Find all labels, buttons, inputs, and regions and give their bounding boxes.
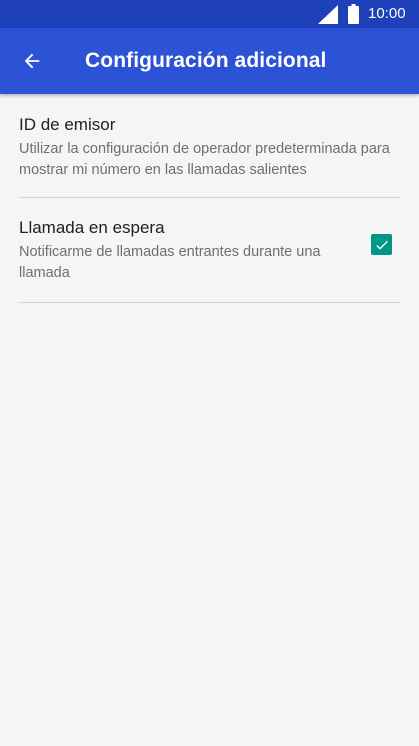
cell-signal-icon <box>318 5 338 24</box>
divider <box>19 302 400 303</box>
battery-icon <box>348 4 359 24</box>
checkmark-icon <box>375 240 388 250</box>
setting-call-waiting-summary: Notificarme de llamadas entrantes durant… <box>19 244 321 281</box>
setting-caller-id-summary: Utilizar la configuración de operador pr… <box>19 141 390 178</box>
status-bar: 10:00 <box>0 0 419 28</box>
back-button[interactable] <box>12 41 52 81</box>
page-title: Configuración adicional <box>85 49 327 72</box>
setting-caller-id[interactable]: ID de emisor Utilizar la configuración d… <box>0 94 419 197</box>
status-clock: 10:00 <box>368 5 406 22</box>
app-bar: Configuración adicional <box>0 28 419 94</box>
call-waiting-checkbox[interactable] <box>371 234 392 255</box>
setting-caller-id-title: ID de emisor <box>19 115 116 134</box>
setting-call-waiting-title: Llamada en espera <box>19 218 165 237</box>
arrow-back-icon <box>24 53 40 69</box>
setting-call-waiting[interactable]: Llamada en espera Notificarme de llamada… <box>0 198 419 302</box>
